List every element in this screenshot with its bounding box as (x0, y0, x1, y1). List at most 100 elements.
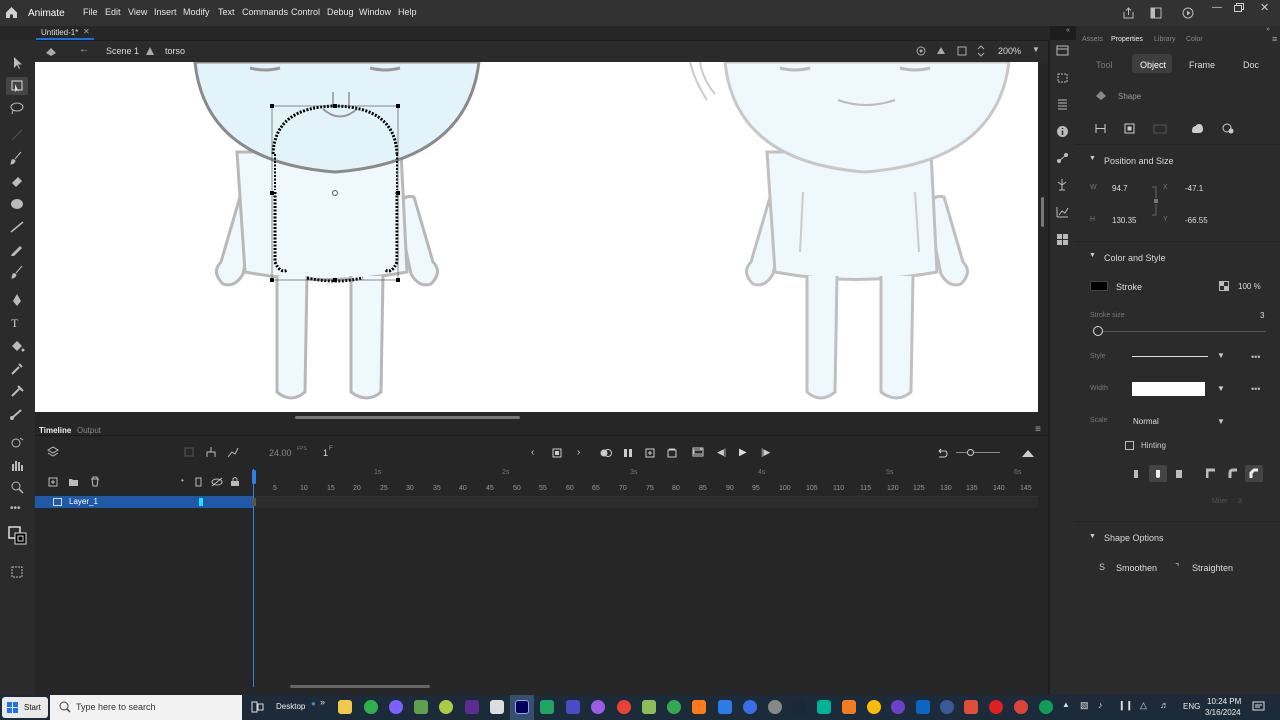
cap-round-icon[interactable] (1153, 468, 1163, 480)
x-field[interactable]: -47.1 (1185, 184, 1203, 193)
panel-menu-icon[interactable]: ≡ (1272, 34, 1277, 44)
paint-brush-tool-icon[interactable] (9, 265, 25, 279)
app-icon-4[interactable] (490, 700, 504, 714)
miter-value[interactable]: 3 (1238, 498, 1242, 505)
convert-symbol-icon[interactable] (1124, 123, 1135, 134)
language-indicator[interactable]: ENG (1183, 702, 1200, 711)
tray-expand-icon[interactable]: ▲ (1062, 700, 1070, 709)
network-icon[interactable]: △ (1140, 700, 1147, 711)
visual-studio-icon[interactable] (465, 700, 479, 714)
break-apart-icon[interactable] (1153, 123, 1167, 134)
prev-keyframe-icon[interactable]: ‹ (531, 447, 534, 458)
close-tab-icon[interactable]: ✕ (83, 27, 90, 36)
back-arrow-icon[interactable]: ← (79, 44, 89, 55)
subtab-tool[interactable]: Tool (1096, 60, 1113, 70)
undo-icon[interactable] (936, 447, 948, 458)
y-field[interactable]: -66.55 (1185, 216, 1208, 225)
task-view-icon[interactable] (251, 701, 264, 713)
timeline-zoom-thumb[interactable] (967, 449, 974, 456)
new-folder-icon[interactable] (68, 477, 79, 487)
center-stage-icon[interactable] (915, 45, 927, 57)
animate-taskbar-icon[interactable] (515, 700, 529, 714)
chrome-icon[interactable] (364, 700, 378, 714)
toolbar-overflow-icon[interactable]: » (320, 697, 325, 707)
close-icon[interactable]: ✕ (1260, 1, 1269, 14)
speaker-icon[interactable]: ♬ (1160, 700, 1169, 710)
menu-insert[interactable]: Insert (154, 7, 177, 17)
tray-app-icon[interactable]: ▧ (1080, 700, 1089, 711)
transform-tool-icon[interactable] (9, 565, 25, 579)
style-options-icon[interactable]: ••• (1251, 352, 1260, 362)
bone-tool-icon[interactable] (9, 407, 25, 421)
horizontal-scroll-thumb[interactable] (295, 416, 520, 419)
stage-canvas[interactable] (35, 62, 1038, 412)
edit-multiple-frames-icon[interactable] (623, 448, 633, 458)
layers-icon[interactable] (47, 446, 59, 458)
tab-library[interactable]: Library (1154, 36, 1175, 43)
subtab-object[interactable]: Object (1140, 60, 1166, 70)
outline-toggle-icon[interactable] (195, 477, 203, 487)
section-collapse-icon[interactable]: ▼ (1089, 252, 1096, 259)
taskbar-search-box[interactable]: Type here to search (50, 695, 242, 720)
hinting-checkbox[interactable] (1125, 441, 1134, 450)
tray-pause-icon[interactable]: ❙❙ (1118, 700, 1133, 711)
timeline-menu-icon[interactable]: ≡ (1035, 424, 1041, 435)
vertical-scroll-thumb[interactable] (1041, 197, 1044, 227)
frame-picker-icon[interactable] (1056, 206, 1069, 218)
fit-timeline-icon[interactable] (1021, 448, 1035, 458)
onion-skin-icon[interactable] (183, 446, 195, 458)
lock-layers-icon[interactable] (230, 476, 240, 487)
stage-icon[interactable] (45, 45, 57, 57)
clear-frames-icon[interactable] (667, 448, 677, 458)
timeline-zoom-slider[interactable] (956, 452, 1000, 453)
tab-timeline[interactable]: Timeline (39, 426, 71, 435)
align-left-edge-icon[interactable] (1095, 123, 1106, 134)
stroke-size-slider[interactable] (1098, 331, 1266, 332)
line-segment-tool-icon[interactable] (9, 220, 25, 234)
app-icon-15[interactable] (964, 700, 978, 714)
stroke-style-dropdown[interactable]: ▼ (1132, 350, 1232, 364)
start-button[interactable]: Start (2, 697, 48, 718)
play-icon[interactable]: ▶ (739, 447, 747, 458)
document-tab[interactable]: Untitled-1* ✕ (36, 26, 94, 40)
properties-panel-icon[interactable] (1056, 45, 1069, 56)
zoom-stepper-icon[interactable] (976, 44, 986, 58)
paint-bucket-tool-icon[interactable] (9, 339, 25, 353)
zoom-value[interactable]: 200% (998, 46, 1021, 56)
menu-debug[interactable]: Debug (327, 7, 354, 17)
app-icon-6[interactable] (566, 700, 580, 714)
cap-none-icon[interactable] (1131, 468, 1141, 480)
line-tool-icon[interactable] (9, 128, 25, 142)
tab-properties[interactable]: Properties (1111, 36, 1143, 43)
stroke-size-thumb[interactable] (1093, 326, 1103, 336)
stroke-fill-swatch-icon[interactable] (6, 524, 28, 546)
chrome-icon-5[interactable] (1014, 700, 1028, 714)
subtab-frame[interactable]: Frame (1189, 60, 1215, 70)
text-tool-icon[interactable]: T (11, 316, 18, 331)
github-icon[interactable] (891, 700, 905, 714)
pencil-tool-icon[interactable] (9, 243, 25, 257)
app-icon-14[interactable] (940, 700, 954, 714)
menu-help[interactable]: Help (398, 7, 417, 17)
asset-warp-icon[interactable] (1056, 178, 1069, 191)
eyedropper-tool-icon[interactable] (9, 361, 25, 375)
app-icon-16[interactable] (989, 700, 1003, 714)
loop-icon[interactable] (692, 447, 704, 457)
app-icon-5[interactable] (540, 700, 554, 714)
app-icon-8[interactable] (642, 700, 656, 714)
app-icon-9[interactable] (692, 700, 706, 714)
volume-icon[interactable]: ♪ (1098, 700, 1103, 710)
minimize-icon[interactable]: — (1212, 2, 1222, 13)
stage-horizontal-scrollbar[interactable] (35, 412, 1048, 422)
app-icon-2[interactable] (414, 700, 428, 714)
menu-text[interactable]: Text (218, 7, 235, 17)
optimize-icon[interactable] (1222, 123, 1234, 134)
cap-square-icon[interactable] (1174, 468, 1184, 480)
hide-layers-icon[interactable] (211, 477, 223, 487)
restore-icon[interactable] (1234, 3, 1244, 12)
graph-icon[interactable] (227, 446, 239, 458)
menu-window[interactable]: Window (359, 7, 391, 17)
playhead-handle[interactable] (252, 470, 256, 484)
menu-modify[interactable]: Modify (183, 7, 210, 17)
file-explorer-icon[interactable] (338, 700, 352, 714)
